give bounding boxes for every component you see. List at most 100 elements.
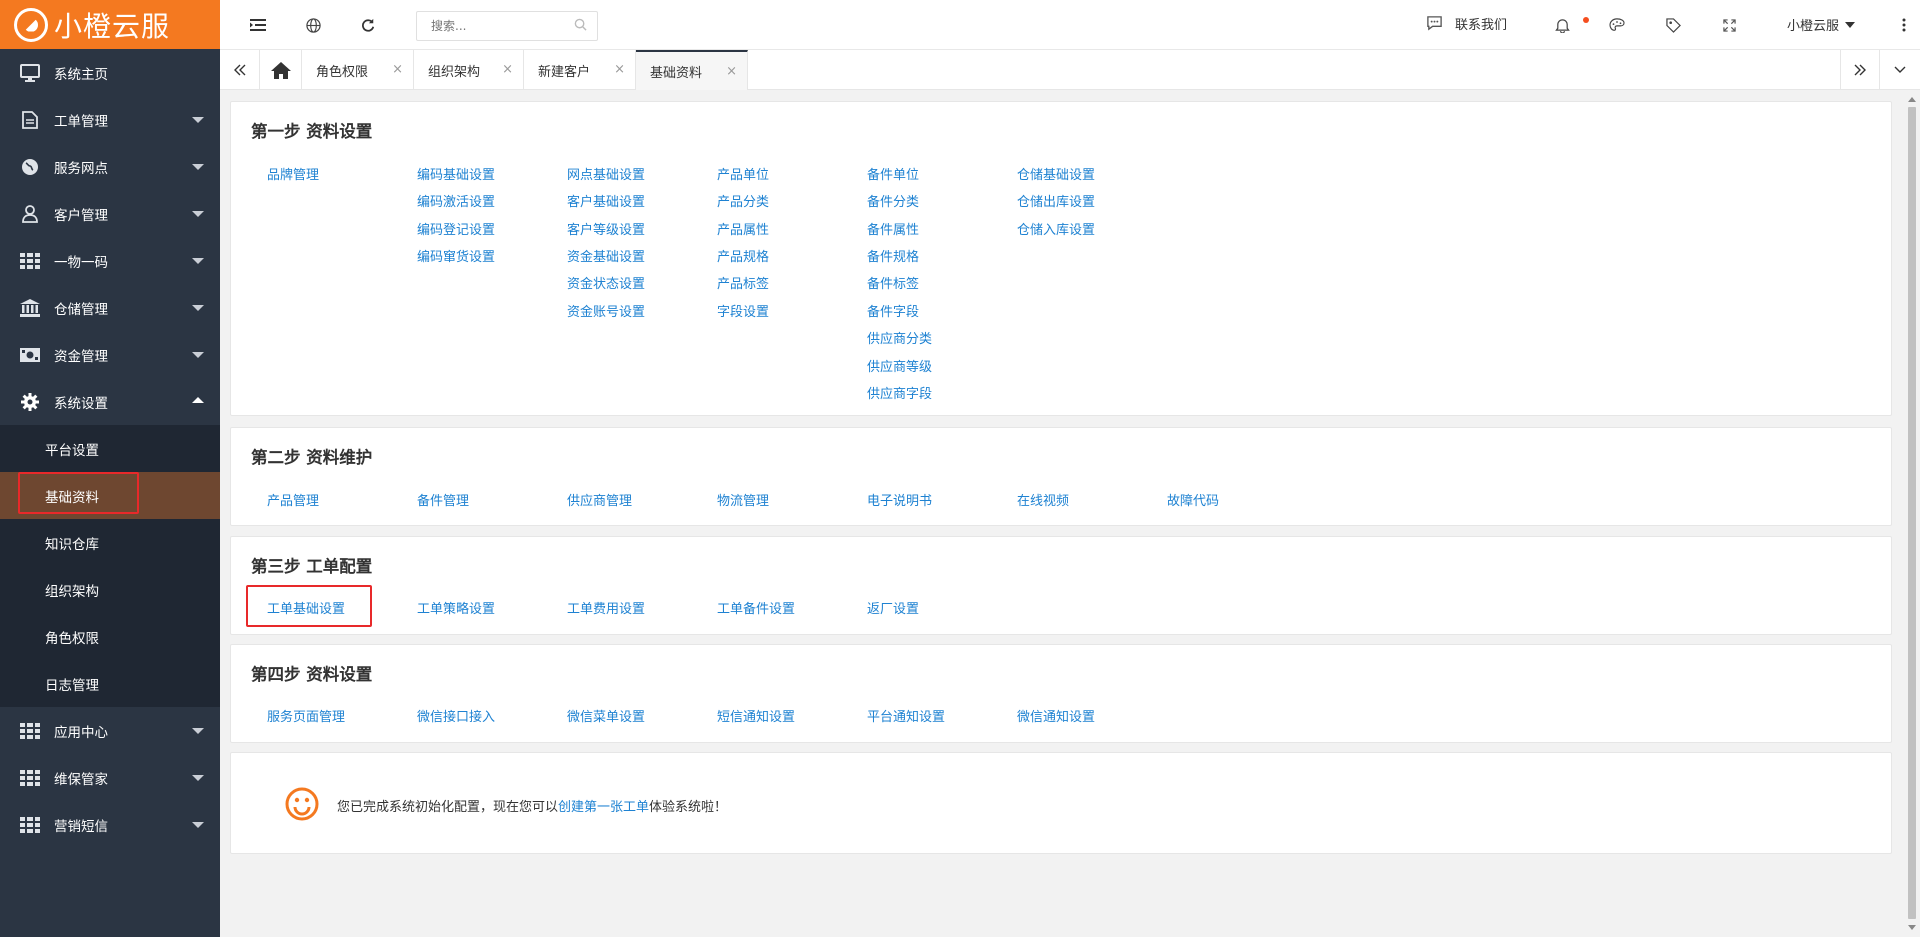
link-brand-management[interactable]: 品牌管理 bbox=[267, 164, 319, 183]
link-funds-account-settings[interactable]: 资金账号设置 bbox=[567, 301, 645, 320]
link-fault-code[interactable]: 故障代码 bbox=[1167, 490, 1219, 509]
search-icon[interactable] bbox=[574, 18, 587, 35]
link-wechat-notification-settings[interactable]: 微信通知设置 bbox=[1017, 706, 1095, 725]
refresh-icon[interactable] bbox=[356, 13, 380, 37]
link-part-tag[interactable]: 备件标签 bbox=[867, 273, 919, 292]
sidebar-item-label: 资金管理 bbox=[54, 348, 108, 365]
link-customer-basic-settings[interactable]: 客户基础设置 bbox=[567, 191, 645, 210]
sidebar-subitem-basic-data[interactable]: 基础资料 bbox=[0, 472, 220, 519]
tab-org-structure[interactable]: 组织架构 × bbox=[414, 50, 524, 90]
close-icon[interactable]: × bbox=[392, 62, 403, 77]
link-logistics-management[interactable]: 物流管理 bbox=[717, 490, 769, 509]
sidebar-subitem-knowledge-base[interactable]: 知识仓库 bbox=[0, 519, 220, 566]
link-product-unit[interactable]: 产品单位 bbox=[717, 164, 769, 183]
close-icon[interactable]: × bbox=[614, 62, 625, 77]
link-wechat-menu-settings[interactable]: 微信菜单设置 bbox=[567, 706, 645, 725]
link-product-category[interactable]: 产品分类 bbox=[717, 191, 769, 210]
link-workorder-fee-settings[interactable]: 工单费用设置 bbox=[567, 598, 645, 617]
link-customer-level-settings[interactable]: 客户等级设置 bbox=[567, 219, 645, 238]
link-field-settings[interactable]: 字段设置 bbox=[717, 301, 769, 320]
fullscreen-icon[interactable] bbox=[1717, 13, 1741, 37]
tab-new-customer[interactable]: 新建客户 × bbox=[524, 50, 636, 90]
bell-icon[interactable] bbox=[1550, 13, 1574, 37]
link-online-video[interactable]: 在线视频 bbox=[1017, 490, 1069, 509]
link-workorder-basic-settings[interactable]: 工单基础设置 bbox=[267, 598, 345, 617]
tabs-dropdown-icon[interactable] bbox=[1880, 50, 1920, 90]
link-return-factory-settings[interactable]: 返厂设置 bbox=[867, 598, 919, 617]
link-code-diversion-settings[interactable]: 编码窜货设置 bbox=[417, 246, 495, 265]
link-part-field[interactable]: 备件字段 bbox=[867, 301, 919, 320]
link-supplier-category[interactable]: 供应商分类 bbox=[867, 328, 932, 347]
sidebar-subitem-org-structure[interactable]: 组织架构 bbox=[0, 566, 220, 613]
search-input[interactable] bbox=[416, 11, 598, 41]
sidebar-subitem-platform-settings[interactable]: 平台设置 bbox=[0, 425, 220, 472]
gear-icon bbox=[20, 392, 40, 411]
sidebar-item-maintenance[interactable]: 维保管家 bbox=[0, 754, 220, 801]
link-wechat-api-access[interactable]: 微信接口接入 bbox=[417, 706, 495, 725]
tabs-scroll-left-icon[interactable] bbox=[220, 50, 260, 90]
sidebar-item-one-code[interactable]: 一物一码 bbox=[0, 237, 220, 284]
link-part-attribute[interactable]: 备件属性 bbox=[867, 219, 919, 238]
menu-toggle-icon[interactable] bbox=[246, 13, 270, 37]
globe-icon[interactable] bbox=[301, 13, 325, 37]
link-supplier-level[interactable]: 供应商等级 bbox=[867, 356, 932, 375]
link-product-tag[interactable]: 产品标签 bbox=[717, 273, 769, 292]
create-first-workorder-link[interactable]: 创建第一张工单 bbox=[558, 800, 649, 815]
tab-role-permissions[interactable]: 角色权限 × bbox=[302, 50, 414, 90]
tabs-scroll-right-icon[interactable] bbox=[1840, 50, 1880, 90]
link-warehouse-outbound-settings[interactable]: 仓储出库设置 bbox=[1017, 191, 1095, 210]
link-warehouse-inbound-settings[interactable]: 仓储入库设置 bbox=[1017, 219, 1095, 238]
link-workorder-part-settings[interactable]: 工单备件设置 bbox=[717, 598, 795, 617]
close-icon[interactable]: × bbox=[502, 62, 513, 77]
sidebar-item-customers[interactable]: 客户管理 bbox=[0, 190, 220, 237]
tab-basic-data[interactable]: 基础资料 × bbox=[636, 50, 748, 90]
sidebar-item-workorder[interactable]: 工单管理 bbox=[0, 96, 220, 143]
sidebar-item-warehouse[interactable]: 仓储管理 bbox=[0, 284, 220, 331]
logo[interactable]: 小橙云服 bbox=[0, 0, 220, 49]
link-outlet-basic-settings[interactable]: 网点基础设置 bbox=[567, 164, 645, 183]
sidebar-item-sms-marketing[interactable]: 营销短信 bbox=[0, 801, 220, 848]
sidebar-item-label: 一物一码 bbox=[54, 254, 108, 271]
scrollbar-thumb[interactable] bbox=[1908, 107, 1916, 919]
link-code-activation-settings[interactable]: 编码激活设置 bbox=[417, 191, 495, 210]
sidebar-item-label: 客户管理 bbox=[54, 207, 108, 224]
link-supplier-management[interactable]: 供应商管理 bbox=[567, 490, 632, 509]
sidebar-item-home[interactable]: 系统主页 bbox=[0, 49, 220, 96]
sidebar-subitem-role-permissions[interactable]: 角色权限 bbox=[0, 613, 220, 660]
close-icon[interactable]: × bbox=[726, 64, 737, 79]
tag-icon[interactable] bbox=[1661, 13, 1685, 37]
step4-title: 第四步 资料设置 bbox=[251, 665, 373, 684]
sidebar-item-funds[interactable]: 资金管理 bbox=[0, 331, 220, 378]
scroll-down-arrow-icon[interactable] bbox=[1908, 925, 1916, 930]
user-menu[interactable]: 小橙云服 bbox=[1787, 15, 1856, 34]
sidebar-item-system-settings[interactable]: 系统设置 bbox=[0, 378, 220, 425]
link-code-register-settings[interactable]: 编码登记设置 bbox=[417, 219, 495, 238]
link-service-page-management[interactable]: 服务页面管理 bbox=[267, 706, 345, 725]
link-platform-notification-settings[interactable]: 平台通知设置 bbox=[867, 706, 945, 725]
link-product-spec[interactable]: 产品规格 bbox=[717, 246, 769, 265]
more-vertical-icon[interactable] bbox=[1892, 13, 1916, 37]
link-funds-status-settings[interactable]: 资金状态设置 bbox=[567, 273, 645, 292]
link-part-spec[interactable]: 备件规格 bbox=[867, 246, 919, 265]
link-part-category[interactable]: 备件分类 bbox=[867, 191, 919, 210]
link-funds-basic-settings[interactable]: 资金基础设置 bbox=[567, 246, 645, 265]
sidebar-item-app-center[interactable]: 应用中心 bbox=[0, 707, 220, 754]
sidebar-subitem-log-management[interactable]: 日志管理 bbox=[0, 660, 220, 707]
link-workorder-strategy-settings[interactable]: 工单策略设置 bbox=[417, 598, 495, 617]
link-code-basic-settings[interactable]: 编码基础设置 bbox=[417, 164, 495, 183]
link-sms-notification-settings[interactable]: 短信通知设置 bbox=[717, 706, 795, 725]
link-product-attribute[interactable]: 产品属性 bbox=[717, 219, 769, 238]
link-supplier-field[interactable]: 供应商字段 bbox=[867, 383, 932, 402]
link-part-management[interactable]: 备件管理 bbox=[417, 490, 469, 509]
contact-us-button[interactable]: 联系我们 bbox=[1426, 14, 1507, 33]
link-e-manual[interactable]: 电子说明书 bbox=[867, 490, 932, 509]
scroll-up-arrow-icon[interactable] bbox=[1908, 97, 1916, 102]
link-part-unit[interactable]: 备件单位 bbox=[867, 164, 919, 183]
link-product-management[interactable]: 产品管理 bbox=[267, 490, 319, 509]
sidebar-item-service-network[interactable]: 服务网点 bbox=[0, 143, 220, 190]
chevron-down-icon bbox=[192, 822, 204, 828]
link-warehouse-basic-settings[interactable]: 仓储基础设置 bbox=[1017, 164, 1095, 183]
vertical-scrollbar[interactable] bbox=[1904, 91, 1920, 937]
palette-icon[interactable] bbox=[1605, 13, 1629, 37]
home-tab[interactable] bbox=[260, 50, 302, 90]
